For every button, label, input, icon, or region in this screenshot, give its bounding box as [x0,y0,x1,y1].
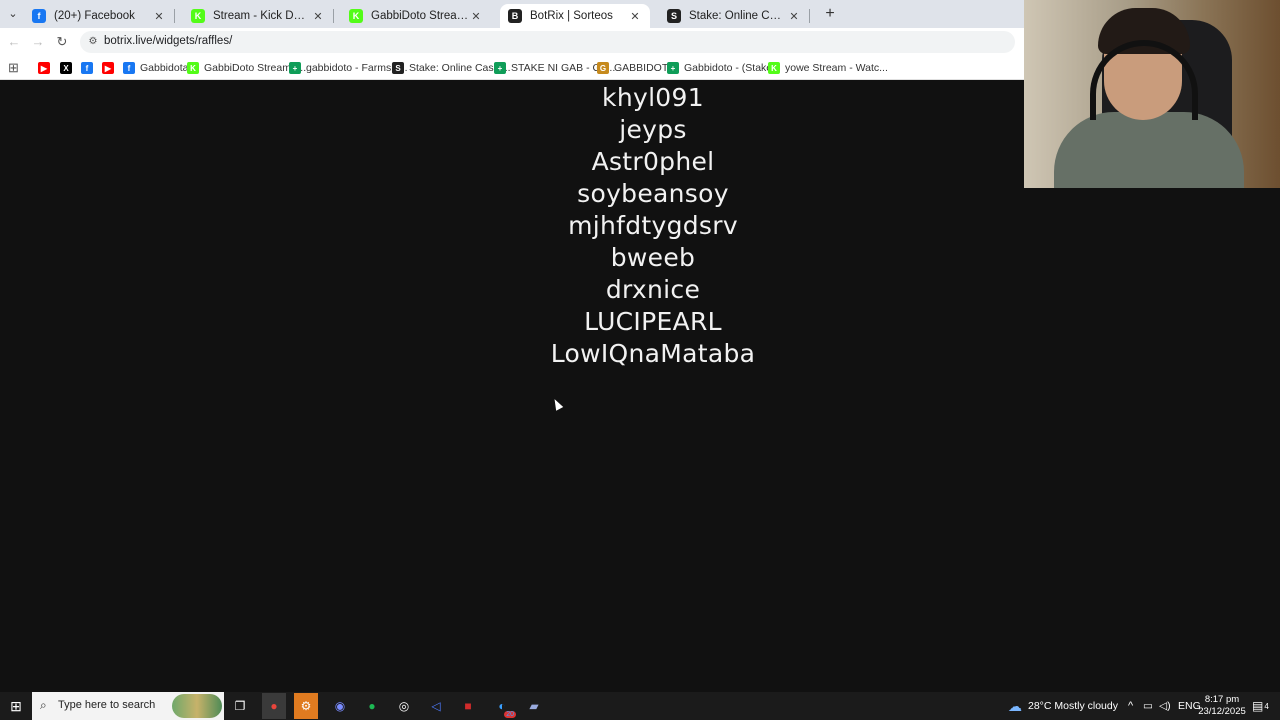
bookmark-item[interactable]: f [81,60,98,76]
tab-title: GabbiDoto Stream - Watch Live [371,10,469,22]
tab-search-button[interactable]: ⌄ [4,6,22,22]
raffle-entry-name: soybeansoy [577,179,729,208]
edge-taskbar-icon[interactable]: ◐ 20 [492,696,516,718]
browser-tab[interactable]: K Stream - Kick Dashboard ✕ [183,4,334,28]
botrix-icon: B [508,9,522,23]
raffle-entry-name: mjhfdtygdsrv [568,211,738,240]
back-button[interactable]: ← [6,34,22,50]
raffle-entry-name: drxnice [605,275,701,304]
raffle-entry-name: LUCIPEARL [584,307,722,336]
bookmark-label: Gabbidoto - (Stake... [684,62,781,74]
raffle-entry-name: bweeb [610,243,696,272]
windows-taskbar: ⊞ ⌕ Type here to search ❐ ● ⚙ ◉ ● ◎ ◁ ■ … [0,692,1280,720]
search-placeholder: Type here to search [58,699,156,711]
facebook-icon: f [123,62,135,74]
kick-icon: K [768,62,780,74]
site-info-icon[interactable]: ⚙ [86,35,100,49]
webcam-overlay [1024,0,1280,188]
close-icon[interactable]: ✕ [628,10,642,23]
bookmark-item[interactable]: Kyowe Stream - Watc... [768,60,888,76]
obs-taskbar-icon[interactable]: ◎ [394,696,414,716]
windows-start-icon[interactable]: ⊞ [6,696,26,716]
browser-tab[interactable]: S Stake: Online Casino & Sports ✕ [659,4,810,28]
new-tab-button[interactable]: + [820,4,840,24]
taskbar-search-box[interactable]: ⌕ Type here to search [32,692,224,720]
kick-icon: K [191,9,205,23]
task-view-icon[interactable]: ❐ [230,696,250,716]
browser-tab[interactable]: B BotRix | Sorteos ✕ [500,4,650,28]
system-clock[interactable]: 8:17 pm 23/12/2025 [1196,694,1248,718]
bookmark-item[interactable]: ▶ [102,60,119,76]
tab-title: (20+) Facebook [54,10,135,22]
bookmark-item[interactable]: ▶ [38,60,55,76]
discord-taskbar-icon[interactable]: ◉ [330,696,350,716]
bookmarks-bar: ⊞ ▶ Xf ▶ f Gabbidota K GabbiDoto Stream -... + g… [0,56,1024,80]
raffle-entry-name: Astr0phel [591,147,715,176]
chrome-taskbar-icon[interactable]: ● [262,693,286,719]
tab-title: Stake: Online Casino & Sports [689,10,787,22]
raffle-participant-list: khyl091 jeyps Astr0phel soybeansoy mjhfdtygd… [453,82,853,370]
youtube-icon: ▶ [38,62,50,74]
raffle-entry-name: khyl091 [602,83,704,112]
youtube-icon: ▶ [102,62,114,74]
bookmark-item[interactable]: G GABBIDOTO [597,60,676,76]
facebook-icon: f [32,9,46,23]
raffle-widget: khyl091 jeyps Astr0phel soybeansoy mjhfdtygd… [0,80,1024,692]
kick-icon: K [349,9,363,23]
apps-grid-icon[interactable]: ⊞ [8,60,19,76]
notification-badge: 20 [504,711,516,718]
facebook-icon: f [81,62,93,74]
hidden-icons-chevron-icon[interactable]: ^ [1128,692,1133,720]
reload-button[interactable]: ↻ [54,34,70,50]
notification-center-icon[interactable]: ▤ 4 [1252,692,1269,720]
search-highlight-image [172,694,222,718]
bookmark-item[interactable]: + gabbidoto - Farmski... [289,60,408,76]
browser-tab[interactable]: K GabbiDoto Stream - Watch Live ✕ [341,4,491,28]
stake-icon: S [667,9,681,23]
close-icon[interactable]: ✕ [469,10,483,23]
bookmark-item[interactable]: + Gabbidoto - (Stake... [667,60,781,76]
close-icon[interactable]: ✕ [787,10,801,23]
kick-icon: K [187,62,199,74]
bookmark-label: Gabbidota [140,62,189,74]
cloud-icon: ☁ [1008,697,1022,714]
toolbar: ← → ↻ ⚙ botrix.live/widgets/raffles/ [0,28,1024,56]
tab-title: BotRix | Sorteos [530,10,613,22]
tab-strip: ⌄ f (20+) Facebook ✕ K Stream - Kick Das… [0,0,1024,28]
bookmark-item[interactable]: f Gabbidota [123,60,188,76]
raffle-entry-name: jeyps [619,115,687,144]
streamer-body [1054,112,1244,188]
spotify-taskbar-icon[interactable]: ● [362,696,382,716]
bookmark-item[interactable]: X [60,60,77,76]
app-taskbar-icon[interactable]: ▰ [524,696,544,716]
volume-icon[interactable]: ◁) [1159,692,1171,720]
mouse-cursor-icon [551,397,564,411]
bookmark-label: yowe Stream - Watc... [785,62,888,74]
forward-button[interactable]: → [30,34,46,50]
address-bar[interactable]: ⚙ botrix.live/widgets/raffles/ [80,31,1015,53]
vscode-taskbar-icon[interactable]: ◁ [426,696,446,716]
search-icon: ⌕ [40,698,47,712]
close-icon[interactable]: ✕ [311,10,325,23]
sheets-icon: + [494,62,506,74]
close-icon[interactable]: ✕ [152,10,166,23]
browser-tab[interactable]: f (20+) Facebook ✕ [24,4,175,28]
url-text: botrix.live/widgets/raffles/ [104,35,233,47]
weather-widget[interactable]: ☁ 28°C Mostly cloudy [1008,692,1118,720]
sheets-icon: + [667,62,679,74]
tab-title: Stream - Kick Dashboard [213,10,311,22]
gabbidoto-icon: G [597,62,609,74]
bookmark-item[interactable]: S Stake: Online Casin... [392,60,511,76]
stake-icon: S [392,62,404,74]
sheets-icon: + [289,62,301,74]
raffle-entry-name: LowIQnaMataba [550,339,756,368]
steam-taskbar-icon[interactable]: ⚙ [294,693,318,719]
dota-taskbar-icon[interactable]: ■ [458,696,478,716]
x-icon: X [60,62,72,74]
network-icon[interactable]: ▭ [1143,692,1153,720]
